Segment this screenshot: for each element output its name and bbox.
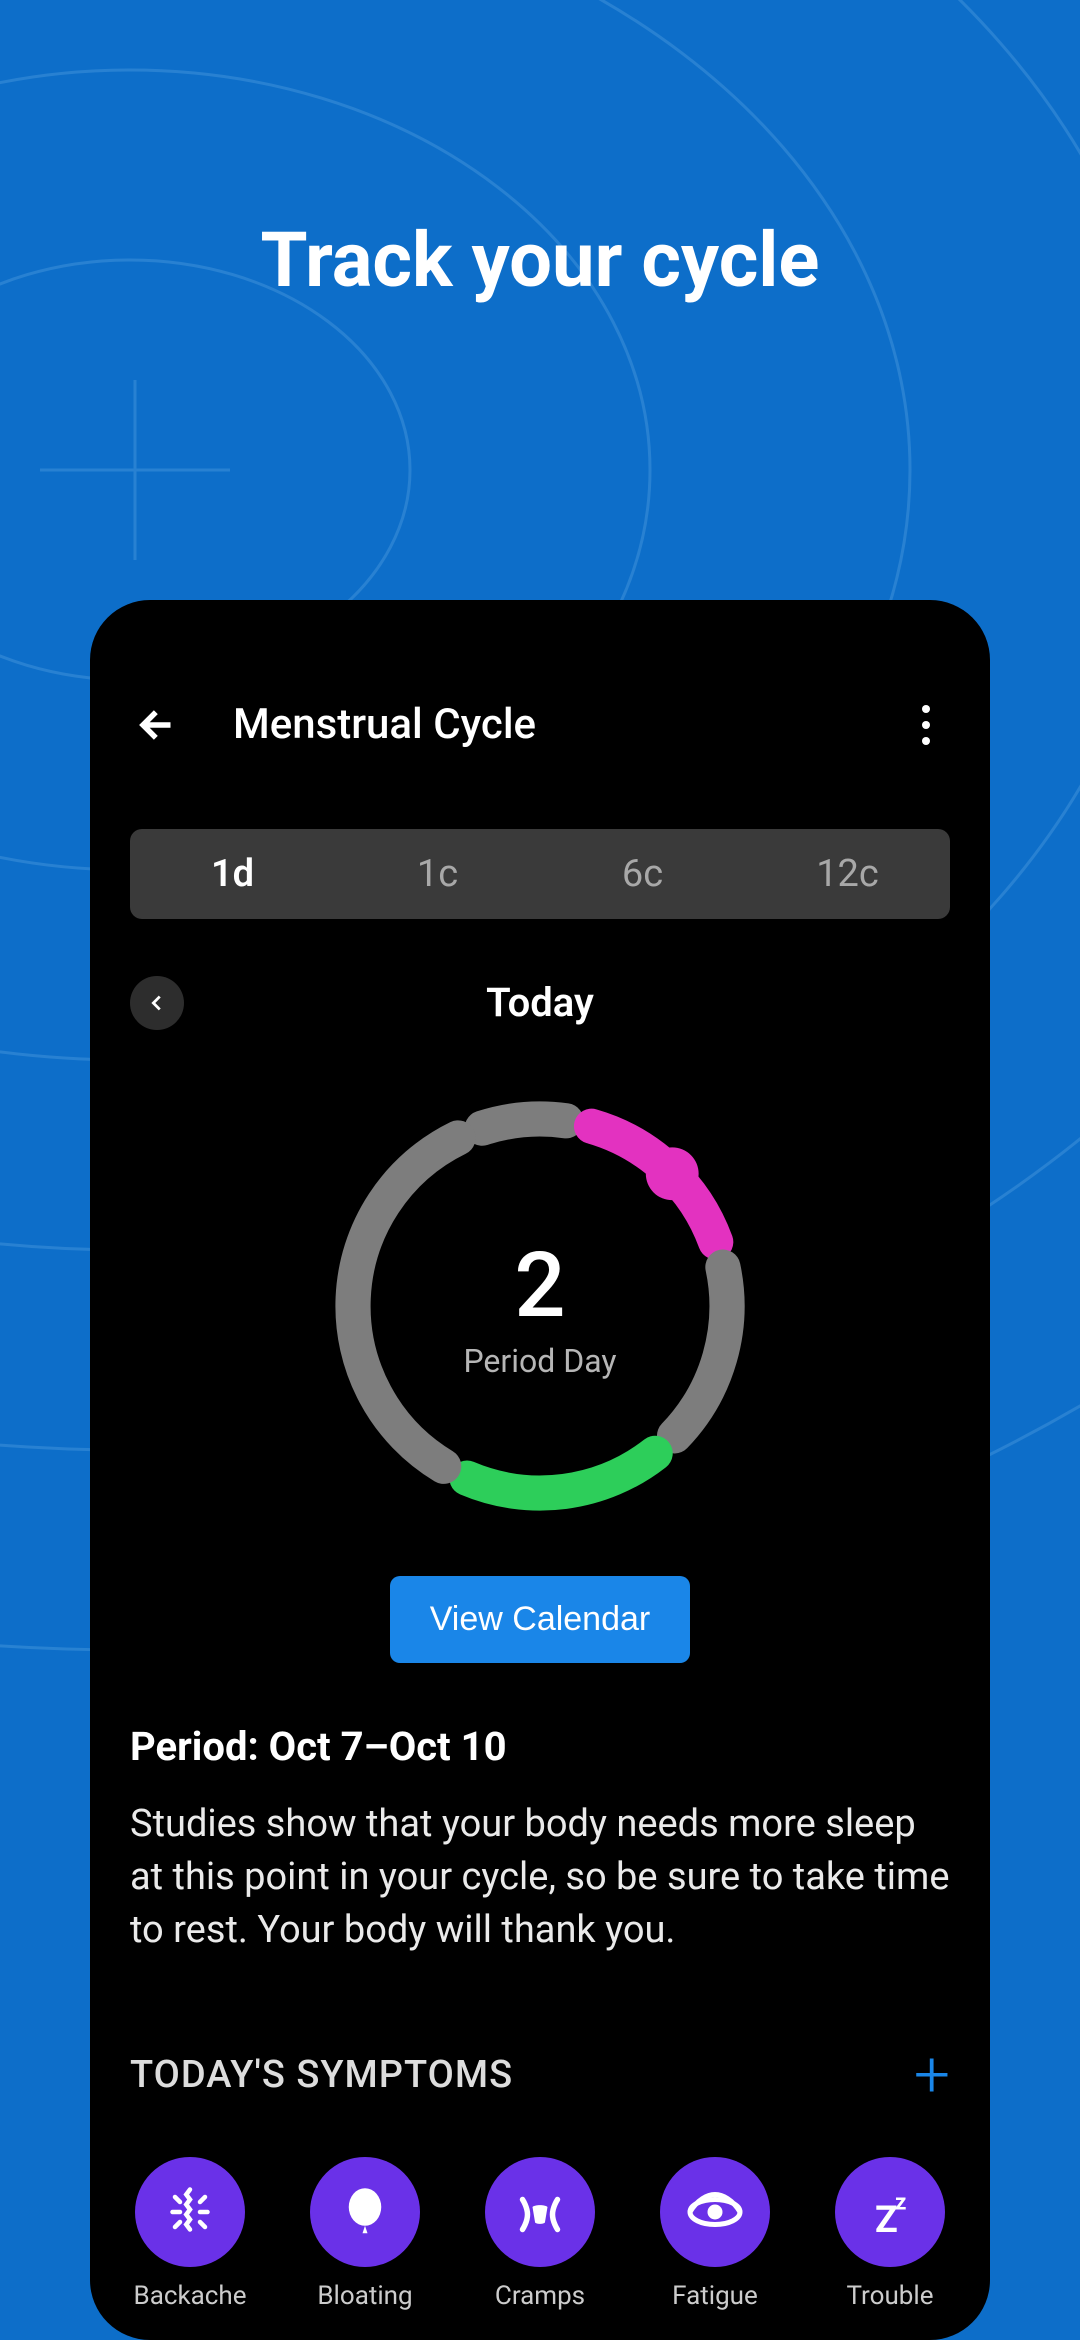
tab-12c[interactable]: 12c — [745, 829, 950, 919]
arrow-left-icon — [132, 703, 176, 747]
symptoms-header: TODAY'S SYMPTOMS + — [90, 1958, 990, 2107]
symptoms-title: TODAY'S SYMPTOMS — [130, 2053, 513, 2097]
cycle-ring-center: 2 Period Day — [320, 1086, 760, 1526]
symptom-trouble-sleeping[interactable]: Zz Trouble — [830, 2157, 950, 2311]
sleep-icon: Zz — [835, 2157, 945, 2267]
back-button[interactable] — [130, 701, 178, 749]
dot-icon — [922, 737, 930, 745]
symptom-backache[interactable]: Backache — [130, 2157, 250, 2311]
symptoms-row: Backache Bloating Cramps Fatigue Zz Trou… — [90, 2107, 990, 2311]
spine-icon — [135, 2157, 245, 2267]
balloon-icon — [310, 2157, 420, 2267]
cycle-day-label: Period Day — [463, 1342, 616, 1380]
chevron-left-icon — [146, 992, 168, 1014]
time-range-tabs: 1d 1c 6c 12c — [130, 829, 950, 919]
previous-day-button[interactable] — [130, 976, 184, 1030]
page-title: Menstrual Cycle — [233, 700, 536, 749]
period-dates-label: Period: Oct 7–Oct 10 — [130, 1723, 950, 1770]
period-info: Period: Oct 7–Oct 10 Studies show that y… — [90, 1663, 990, 1958]
period-advice-text: Studies show that your body needs more s… — [130, 1798, 950, 1958]
svg-text:z: z — [895, 2189, 906, 2215]
cycle-ring: 2 Period Day — [320, 1086, 760, 1526]
dot-icon — [922, 721, 930, 729]
add-symptom-button[interactable]: + — [914, 2043, 950, 2107]
symptom-label: Backache — [134, 2281, 247, 2311]
cycle-day-number: 2 — [514, 1233, 565, 1338]
tab-6c[interactable]: 6c — [540, 829, 745, 919]
symptom-label: Cramps — [495, 2281, 585, 2311]
eye-icon — [660, 2157, 770, 2267]
symptom-fatigue[interactable]: Fatigue — [655, 2157, 775, 2311]
more-menu-button[interactable] — [902, 701, 950, 749]
app-header: Menstrual Cycle — [90, 600, 990, 789]
symptom-cramps[interactable]: Cramps — [480, 2157, 600, 2311]
date-nav: Today — [90, 979, 990, 1026]
current-date-label: Today — [486, 979, 594, 1026]
symptom-label: Bloating — [317, 2281, 412, 2311]
dot-icon — [922, 705, 930, 713]
tab-1d[interactable]: 1d — [130, 829, 335, 919]
symptom-label: Trouble — [847, 2281, 934, 2311]
symptom-bloating[interactable]: Bloating — [305, 2157, 425, 2311]
promo-title: Track your cycle — [0, 215, 1080, 305]
symptom-label: Fatigue — [672, 2281, 758, 2311]
tab-1c[interactable]: 1c — [335, 829, 540, 919]
device-frame: Menstrual Cycle 1d 1c 6c 12c Today 2 Per… — [90, 600, 990, 2340]
cramps-icon — [485, 2157, 595, 2267]
view-calendar-button[interactable]: View Calendar — [390, 1576, 691, 1663]
